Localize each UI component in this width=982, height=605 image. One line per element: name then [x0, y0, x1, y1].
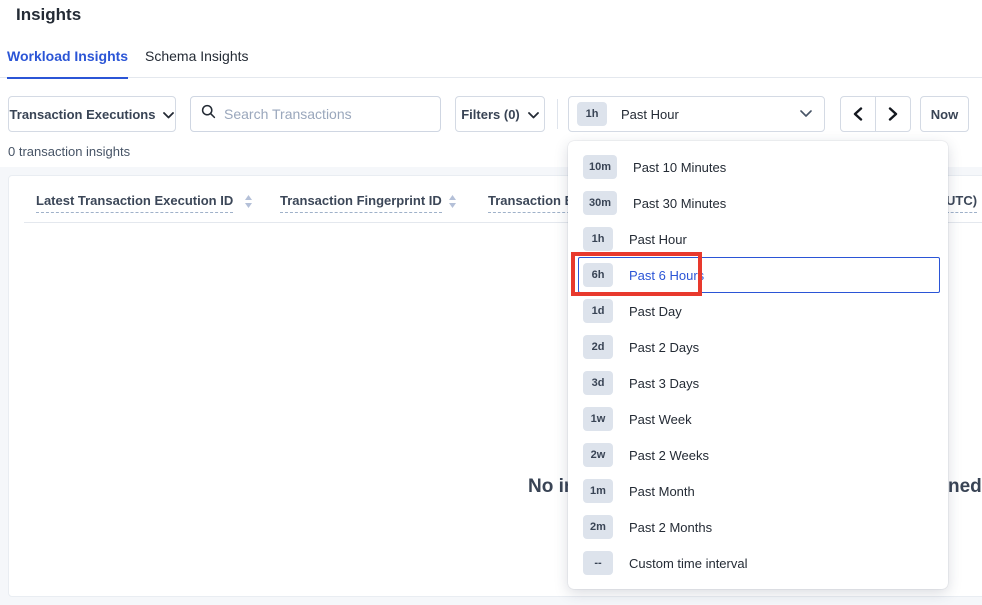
column-header-latest-transaction-execution-id[interactable]: Latest Transaction Execution ID: [36, 193, 233, 213]
time-option-label: Past Week: [629, 412, 692, 427]
time-option-custom-interval[interactable]: -- Custom time interval: [578, 545, 940, 581]
tab-schema-insights[interactable]: Schema Insights: [145, 48, 249, 77]
filters-button[interactable]: Filters (0): [455, 96, 545, 132]
time-option-label: Past 2 Days: [629, 340, 699, 355]
time-option-badge: 6h: [583, 263, 613, 287]
time-option-past-6-hours[interactable]: 6h Past 6 Hours: [578, 257, 940, 293]
time-pager: [840, 96, 911, 132]
time-option-past-3-days[interactable]: 3d Past 3 Days: [578, 365, 940, 401]
empty-state-text: ned.: [948, 476, 982, 498]
chevron-right-icon: [887, 107, 899, 121]
time-option-past-month[interactable]: 1m Past Month: [578, 473, 940, 509]
time-range-dropdown-menu: 10m Past 10 Minutes 30m Past 30 Minutes …: [568, 141, 948, 589]
time-option-past-10-minutes[interactable]: 10m Past 10 Minutes: [578, 149, 940, 185]
time-range-badge: 1h: [577, 102, 607, 126]
time-option-label: Past 10 Minutes: [633, 160, 726, 175]
time-option-badge: 1d: [583, 299, 613, 323]
time-option-badge: 30m: [583, 191, 617, 215]
time-option-badge: 10m: [583, 155, 617, 179]
time-option-past-week[interactable]: 1w Past Week: [578, 401, 940, 437]
time-option-label: Past 2 Weeks: [629, 448, 709, 463]
time-option-badge: 3d: [583, 371, 613, 395]
time-option-badge: 2m: [583, 515, 613, 539]
time-range-selector[interactable]: 1h Past Hour: [568, 96, 825, 132]
search-input[interactable]: [224, 106, 430, 122]
chevron-down-icon: [800, 105, 812, 123]
search-icon: [201, 104, 216, 124]
time-option-badge: 1m: [583, 479, 613, 503]
column-header-transaction-fingerprint-id[interactable]: Transaction Fingerprint ID: [280, 193, 442, 213]
time-option-badge: 2w: [583, 443, 613, 467]
time-option-badge: 1w: [583, 407, 613, 431]
toolbar-divider: [557, 99, 558, 129]
time-option-label: Past 6 Hours: [629, 268, 704, 283]
sort-icon[interactable]: [448, 194, 457, 214]
now-button[interactable]: Now: [920, 96, 969, 132]
tab-workload-insights[interactable]: Workload Insights: [7, 48, 128, 79]
time-option-label: Past Hour: [629, 232, 687, 247]
transaction-type-label: Transaction Executions: [10, 107, 156, 122]
time-option-past-2-weeks[interactable]: 2w Past 2 Weeks: [578, 437, 940, 473]
page-title: Insights: [16, 5, 81, 25]
column-header-transaction-execution[interactable]: Transaction Ex: [488, 193, 580, 213]
search-box[interactable]: [190, 96, 441, 132]
next-interval-button[interactable]: [875, 96, 911, 132]
time-option-past-30-minutes[interactable]: 30m Past 30 Minutes: [578, 185, 940, 221]
time-option-badge: 2d: [583, 335, 613, 359]
time-option-label: Custom time interval: [629, 556, 747, 571]
time-option-label: Past 2 Months: [629, 520, 712, 535]
filters-label: Filters (0): [461, 107, 520, 122]
tab-bar: Workload Insights Schema Insights: [0, 44, 982, 78]
chevron-left-icon: [852, 107, 864, 121]
time-option-label: Past Month: [629, 484, 695, 499]
time-option-past-hour[interactable]: 1h Past Hour: [578, 221, 940, 257]
now-label: Now: [931, 107, 958, 122]
chevron-down-icon: [163, 107, 174, 122]
time-option-label: Past 3 Days: [629, 376, 699, 391]
time-option-label: Past 30 Minutes: [633, 196, 726, 211]
insights-count: 0 transaction insights: [8, 144, 130, 159]
sort-icon[interactable]: [244, 194, 253, 214]
column-header-start-time-utc[interactable]: UTC): [946, 193, 977, 213]
time-option-past-2-months[interactable]: 2m Past 2 Months: [578, 509, 940, 545]
transaction-type-dropdown[interactable]: Transaction Executions: [8, 96, 176, 132]
time-option-past-2-days[interactable]: 2d Past 2 Days: [578, 329, 940, 365]
time-option-label: Past Day: [629, 304, 682, 319]
time-option-badge: 1h: [583, 227, 613, 251]
time-option-badge: --: [583, 551, 613, 575]
chevron-down-icon: [528, 107, 539, 122]
time-option-past-day[interactable]: 1d Past Day: [578, 293, 940, 329]
previous-interval-button[interactable]: [840, 96, 876, 132]
time-range-label: Past Hour: [621, 107, 679, 122]
